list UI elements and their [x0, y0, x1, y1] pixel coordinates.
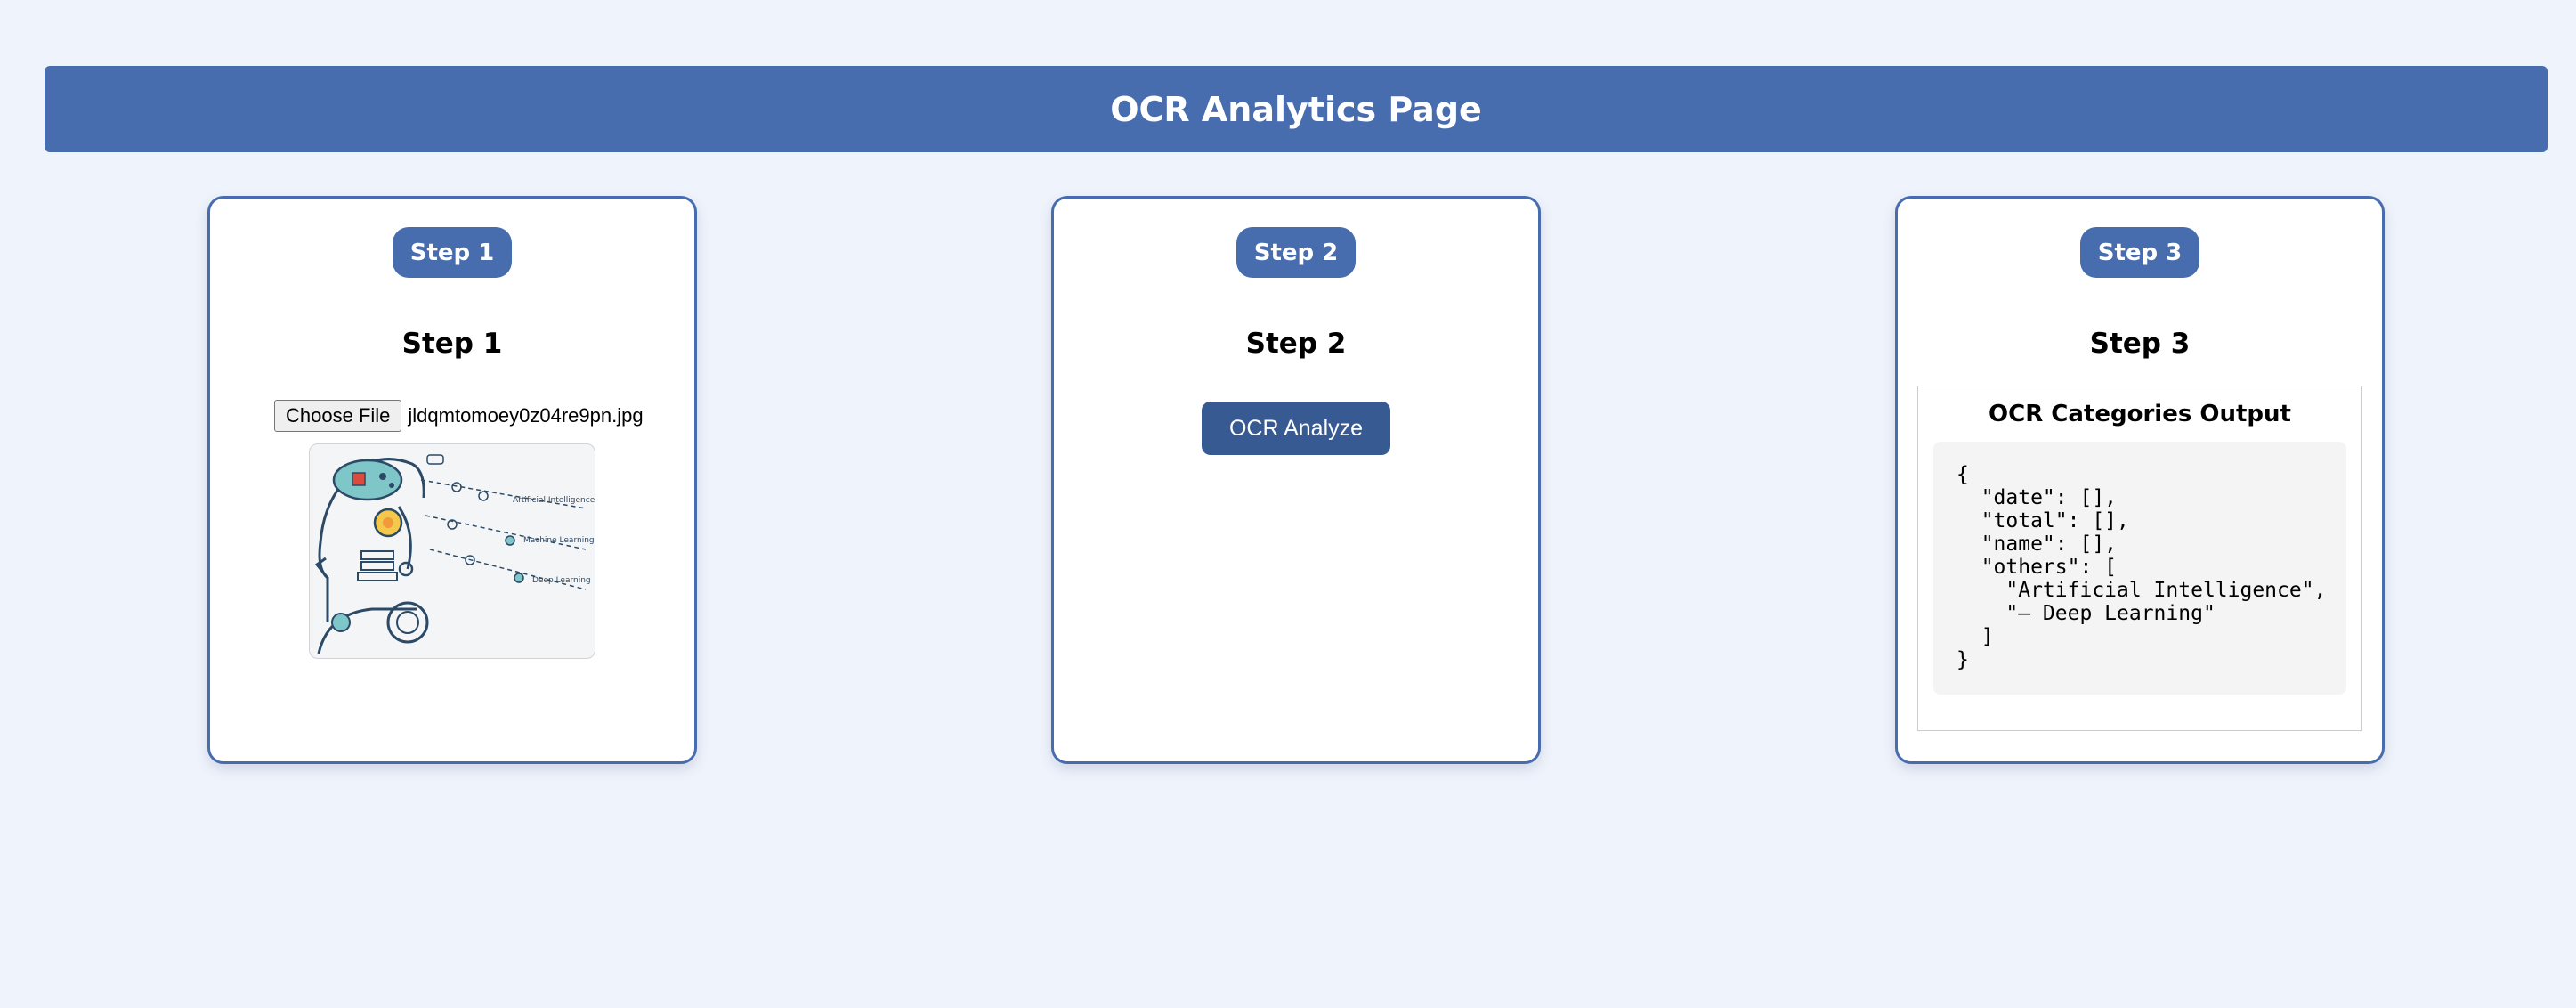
- ai-illustration-image: Artificial Intelligence Machine Learning…: [314, 454, 595, 654]
- ocr-output-panel: OCR Categories Output { "date": [], "tot…: [1917, 386, 2362, 731]
- step-2-title: Step 2: [1245, 328, 1347, 360]
- output-title: OCR Categories Output: [1989, 401, 2291, 427]
- step-2-badge[interactable]: Step 2: [1236, 227, 1356, 278]
- step-1-card: Step 1 Step 1 Choose File jldqmtomoey0z0…: [207, 196, 697, 764]
- step-2-card: Step 2 Step 2 OCR Analyze: [1051, 196, 1541, 764]
- step-1-title: Step 1: [401, 328, 503, 360]
- file-name: jldqmtomoey0z04re9pn.jpg: [408, 404, 644, 427]
- step-1-badge[interactable]: Step 1: [393, 227, 512, 278]
- step-3-badge[interactable]: Step 3: [2080, 227, 2199, 278]
- page-title: OCR Analytics Page: [1110, 89, 1482, 129]
- output-json: { "date": [], "total": [], "name": [], "…: [1933, 442, 2346, 695]
- image-preview: Artificial Intelligence Machine Learning…: [309, 443, 595, 659]
- svg-text:Deep Learning: Deep Learning: [532, 576, 591, 585]
- file-input[interactable]: Choose File jldqmtomoey0z04re9pn.jpg: [274, 400, 644, 432]
- step-3-card: Step 3 Step 3 OCR Categories Output { "d…: [1895, 196, 2385, 764]
- svg-text:Machine Learning: Machine Learning: [523, 536, 595, 545]
- page-header: OCR Analytics Page: [45, 66, 2548, 152]
- step-3-title: Step 3: [2089, 328, 2191, 360]
- svg-text:Artificial Intelligence: Artificial Intelligence: [513, 496, 595, 505]
- ocr-analyze-button[interactable]: OCR Analyze: [1202, 402, 1390, 455]
- choose-file-button[interactable]: Choose File: [274, 400, 402, 432]
